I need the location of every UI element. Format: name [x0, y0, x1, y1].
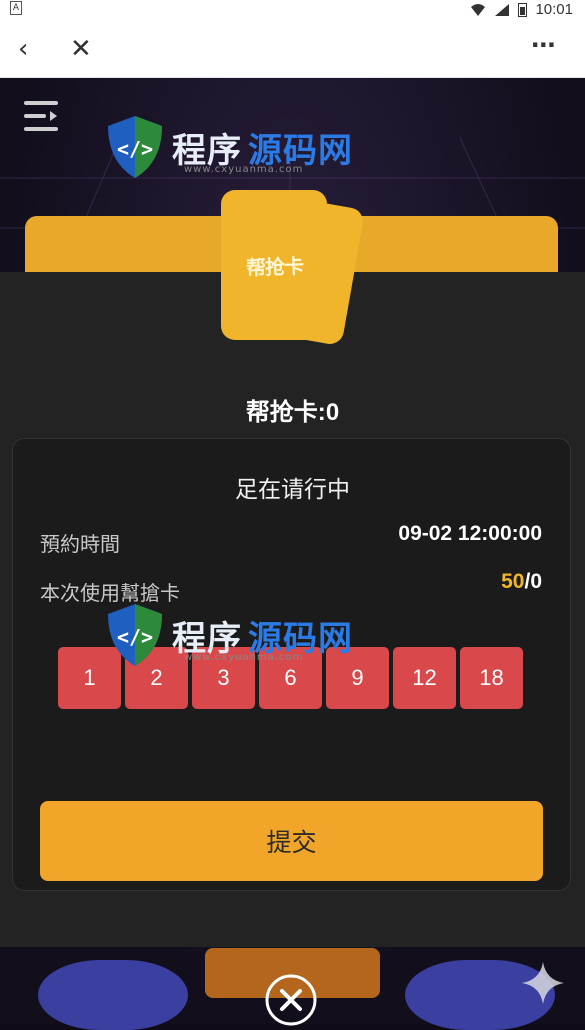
svg-text:</>: </> — [117, 137, 153, 161]
use-card-value-rest: /0 — [524, 570, 542, 593]
watermark-logo: </> 程序 源码网 www.cxyuanma.com — [104, 600, 353, 670]
shield-icon: </> — [108, 604, 162, 666]
card-count-label: 帮抢卡: — [245, 399, 326, 426]
use-card-value-main: 50 — [501, 570, 525, 593]
reserve-time-value: 09-02 12:00:00 — [398, 522, 542, 545]
menu-icon[interactable] — [24, 99, 62, 133]
card-count-value: 0 — [325, 399, 340, 426]
svg-text:</>: </> — [117, 625, 153, 649]
panel-title: 足在请行中 — [235, 477, 350, 503]
back-icon[interactable]: ‹ — [18, 36, 28, 62]
background-decoration — [38, 960, 188, 1030]
clock: 10:01 — [535, 1, 573, 18]
watermark-url: www.cxyuanma.com — [184, 652, 304, 663]
more-icon[interactable]: ··· — [531, 32, 556, 58]
browser-nav-bar: ‹ ✕ ··· — [0, 20, 585, 78]
help-card-label: 帮抢卡 — [245, 253, 303, 280]
chip-12[interactable]: 12 — [393, 647, 456, 709]
chip-18[interactable]: 18 — [460, 647, 523, 709]
close-modal-icon[interactable] — [263, 972, 319, 1028]
notification-icon: A — [10, 1, 22, 15]
use-card-value: 50/0 — [501, 570, 542, 594]
watermark-logo: </> 程序 源码网 www.cxyuanma.com — [104, 112, 353, 182]
status-indicators: 10:01 — [470, 1, 573, 18]
submit-button[interactable]: 提交 — [40, 801, 543, 881]
sparkle-icon — [522, 962, 564, 1004]
status-bar: A 10:01 — [0, 0, 585, 20]
watermark-url: www.cxyuanma.com — [184, 164, 304, 175]
reserve-time-label: 預約時間 — [40, 532, 120, 556]
battery-icon — [518, 2, 528, 17]
signal-icon — [495, 3, 510, 16]
help-card: 帮抢卡 — [221, 190, 327, 340]
card-count: 帮抢卡:0 — [0, 392, 585, 427]
wifi-icon — [471, 3, 486, 16]
close-icon[interactable]: ✕ — [70, 36, 92, 62]
shield-icon: </> — [108, 116, 162, 178]
